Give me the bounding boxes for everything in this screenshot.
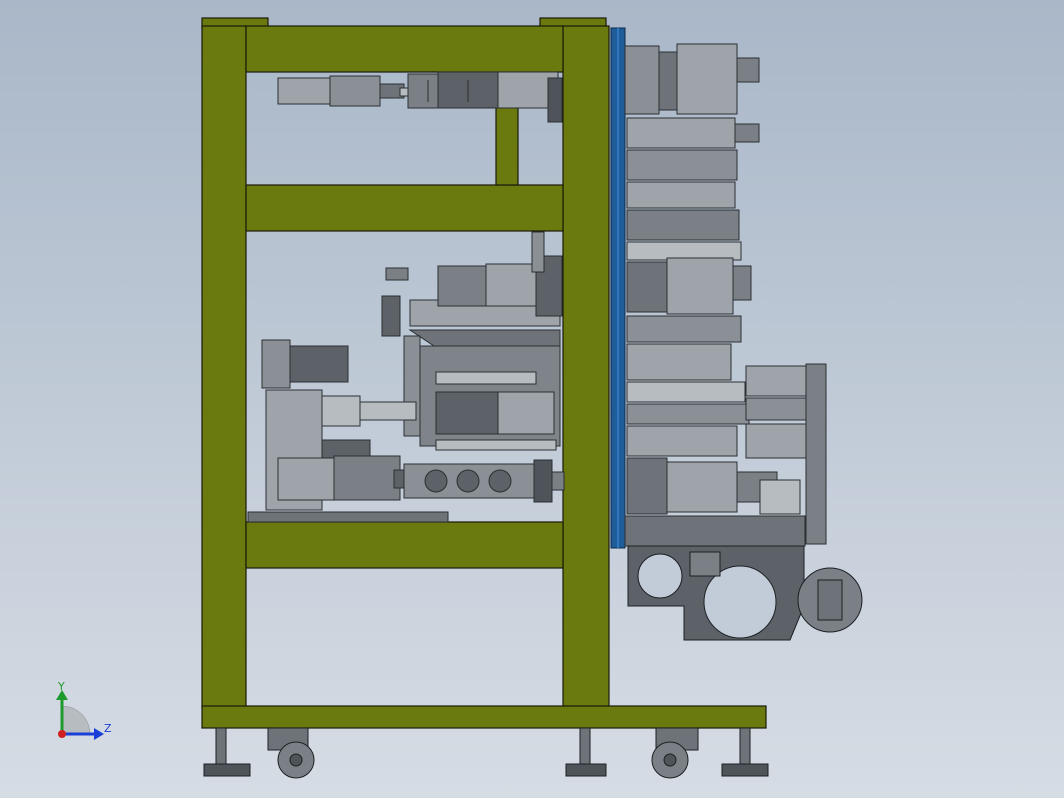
mounting-plate-icon [610, 27, 626, 549]
top-motor-assembly-icon [277, 71, 563, 123]
cad-viewport[interactable]: Y Z [0, 0, 1064, 798]
caster-wheel-icon [797, 567, 863, 633]
axis-origin-icon [58, 730, 66, 738]
axis-triad: Y Z [56, 680, 112, 740]
right-machinery-icon [624, 43, 827, 547]
frame-right-column-icon [562, 25, 610, 709]
z-axis-label: Z [104, 722, 112, 735]
gearbox-plate-icon [627, 545, 805, 641]
model-canvas[interactable]: Y Z [0, 0, 1064, 798]
y-axis-label: Y [57, 680, 65, 693]
frame-left-column-icon [201, 25, 247, 709]
caster-wheel-icon [267, 727, 699, 779]
